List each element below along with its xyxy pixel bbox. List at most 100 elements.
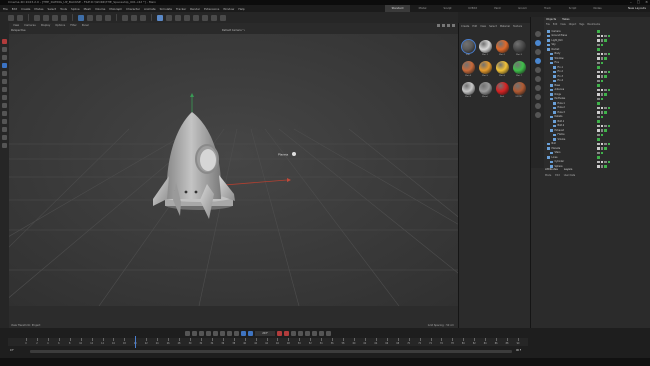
filter-icon[interactable]	[534, 31, 541, 37]
layers-icon[interactable]	[534, 49, 541, 55]
menu-mograph[interactable]: MoGraph	[109, 7, 122, 11]
tag-icon[interactable]	[604, 52, 607, 55]
tag-icon[interactable]	[597, 75, 600, 78]
tag-icon[interactable]	[600, 106, 603, 109]
tag-icon[interactable]	[597, 160, 600, 163]
render-settings-icon[interactable]	[140, 14, 146, 21]
tag-icon[interactable]	[600, 142, 603, 145]
material-swatch[interactable]: Mat.2	[494, 40, 510, 60]
x-axis-icon[interactable]	[34, 14, 40, 21]
tag-icon[interactable]	[604, 160, 607, 163]
camera-icon[interactable]	[211, 14, 217, 21]
tag-icon[interactable]	[597, 34, 600, 37]
play-backwards-icon[interactable]	[206, 331, 211, 336]
tag-icon[interactable]	[600, 129, 603, 132]
tag-icon[interactable]	[600, 124, 603, 127]
render-view-icon[interactable]	[122, 14, 128, 21]
tag-icon[interactable]	[600, 160, 603, 163]
tag-icon[interactable]	[604, 75, 607, 78]
material-menu-edit[interactable]: Edit	[472, 25, 477, 30]
tag-icon[interactable]	[600, 151, 603, 154]
rotate-icon[interactable]	[105, 14, 111, 21]
cloner-icon[interactable]	[534, 58, 541, 64]
texture-mode-icon[interactable]	[2, 47, 7, 52]
tag-icon[interactable]	[600, 97, 603, 100]
tag-icon[interactable]	[597, 147, 600, 150]
tag-icon[interactable]	[604, 111, 607, 114]
range-start[interactable]: 0 F	[10, 349, 14, 352]
tag-icon[interactable]	[604, 70, 607, 73]
tag-icon[interactable]	[604, 39, 607, 42]
layout-tab-nodes[interactable]: Nodes	[585, 5, 610, 12]
layout-tab-standard[interactable]: Standard	[385, 5, 410, 12]
menu-simulate[interactable]: Simulate	[160, 7, 172, 11]
tag-icon[interactable]	[600, 57, 603, 60]
camera-icon[interactable]	[534, 85, 541, 91]
y-axis-icon[interactable]	[43, 14, 49, 21]
tag-icon[interactable]	[600, 39, 603, 42]
solo-icon[interactable]	[2, 119, 7, 124]
tag-icon[interactable]	[600, 52, 603, 55]
tag-icon[interactable]	[604, 34, 607, 37]
null-object-icon[interactable]	[292, 152, 296, 156]
new-layouts-button[interactable]: New Layouts	[628, 5, 646, 12]
cube-icon[interactable]	[157, 14, 163, 21]
tag-icon[interactable]	[607, 142, 610, 145]
tag-icon[interactable]	[597, 111, 600, 114]
material-swatch[interactable]: Metal	[477, 82, 493, 102]
deformer-icon[interactable]	[193, 14, 199, 21]
undo-icon[interactable]	[8, 14, 14, 21]
key-selection-icon[interactable]	[291, 331, 296, 336]
tag-icon[interactable]	[597, 97, 600, 100]
tag-icon[interactable]	[600, 111, 603, 114]
layout-tab-paint[interactable]: Paint	[485, 5, 510, 12]
render-picture-viewer-icon[interactable]	[131, 14, 137, 21]
menu-tools[interactable]: Tools	[60, 7, 67, 11]
tag-icon[interactable]	[600, 34, 603, 37]
layout-tab-sculpt[interactable]: Sculpt	[435, 5, 460, 12]
range-end[interactable]: 90 F	[516, 349, 521, 352]
axis-mode-icon[interactable]	[2, 55, 7, 60]
tag-icon[interactable]	[597, 84, 600, 87]
tag-icon[interactable]	[607, 52, 610, 55]
object-menu-edit[interactable]: Edit	[553, 23, 557, 28]
material-menu-create[interactable]: Create	[461, 25, 469, 30]
tag-icon[interactable]	[597, 142, 600, 145]
tag-icon[interactable]	[600, 115, 603, 118]
current-frame-field[interactable]: 20 F	[255, 331, 275, 336]
menu-window[interactable]: Window	[223, 7, 234, 11]
material-swatch[interactable]: Mat.3	[511, 40, 527, 60]
viewport-menu-filter[interactable]: Filter	[70, 24, 76, 27]
polygons-mode-icon[interactable]	[2, 87, 7, 92]
search-icon[interactable]	[534, 40, 541, 46]
tag-icon[interactable]	[600, 43, 603, 46]
tag-icon[interactable]	[534, 94, 541, 100]
viewport-menu-view[interactable]: View	[13, 24, 19, 27]
material-swatch[interactable]: Mat.8	[460, 82, 476, 102]
move-icon[interactable]	[87, 14, 93, 21]
tag-icon[interactable]	[604, 57, 607, 60]
tag-icon[interactable]	[597, 61, 600, 64]
tag-icon[interactable]	[597, 70, 600, 73]
tag-icon[interactable]	[607, 106, 610, 109]
timeline-ruler[interactable]: 0246810121416182022242628303234363840424…	[8, 338, 528, 346]
tag-icon[interactable]	[600, 147, 603, 150]
layout-tab-track[interactable]: Track	[535, 5, 560, 12]
tag-icon[interactable]	[600, 75, 603, 78]
tag-icon[interactable]	[600, 79, 603, 82]
menu-render[interactable]: Render	[190, 7, 200, 11]
tab-takes[interactable]: Takes	[562, 17, 569, 22]
model-mode-icon[interactable]	[2, 39, 7, 44]
tag-icon[interactable]	[597, 88, 600, 91]
tag-icon[interactable]	[597, 52, 600, 55]
previous-frame-icon[interactable]	[199, 331, 204, 336]
key-parameter-icon[interactable]	[319, 331, 324, 336]
tag-icon[interactable]	[604, 147, 607, 150]
tag-icon[interactable]	[597, 48, 600, 51]
layout-tab-uvedit[interactable]: UVEdit	[460, 5, 485, 12]
material-swatch[interactable]: Mat.7	[511, 61, 527, 81]
object-menu-object[interactable]: Object	[569, 23, 576, 28]
autokey-icon[interactable]	[284, 331, 289, 336]
menu-mesh[interactable]: Mesh	[84, 7, 91, 11]
pan-icon[interactable]	[437, 24, 440, 27]
